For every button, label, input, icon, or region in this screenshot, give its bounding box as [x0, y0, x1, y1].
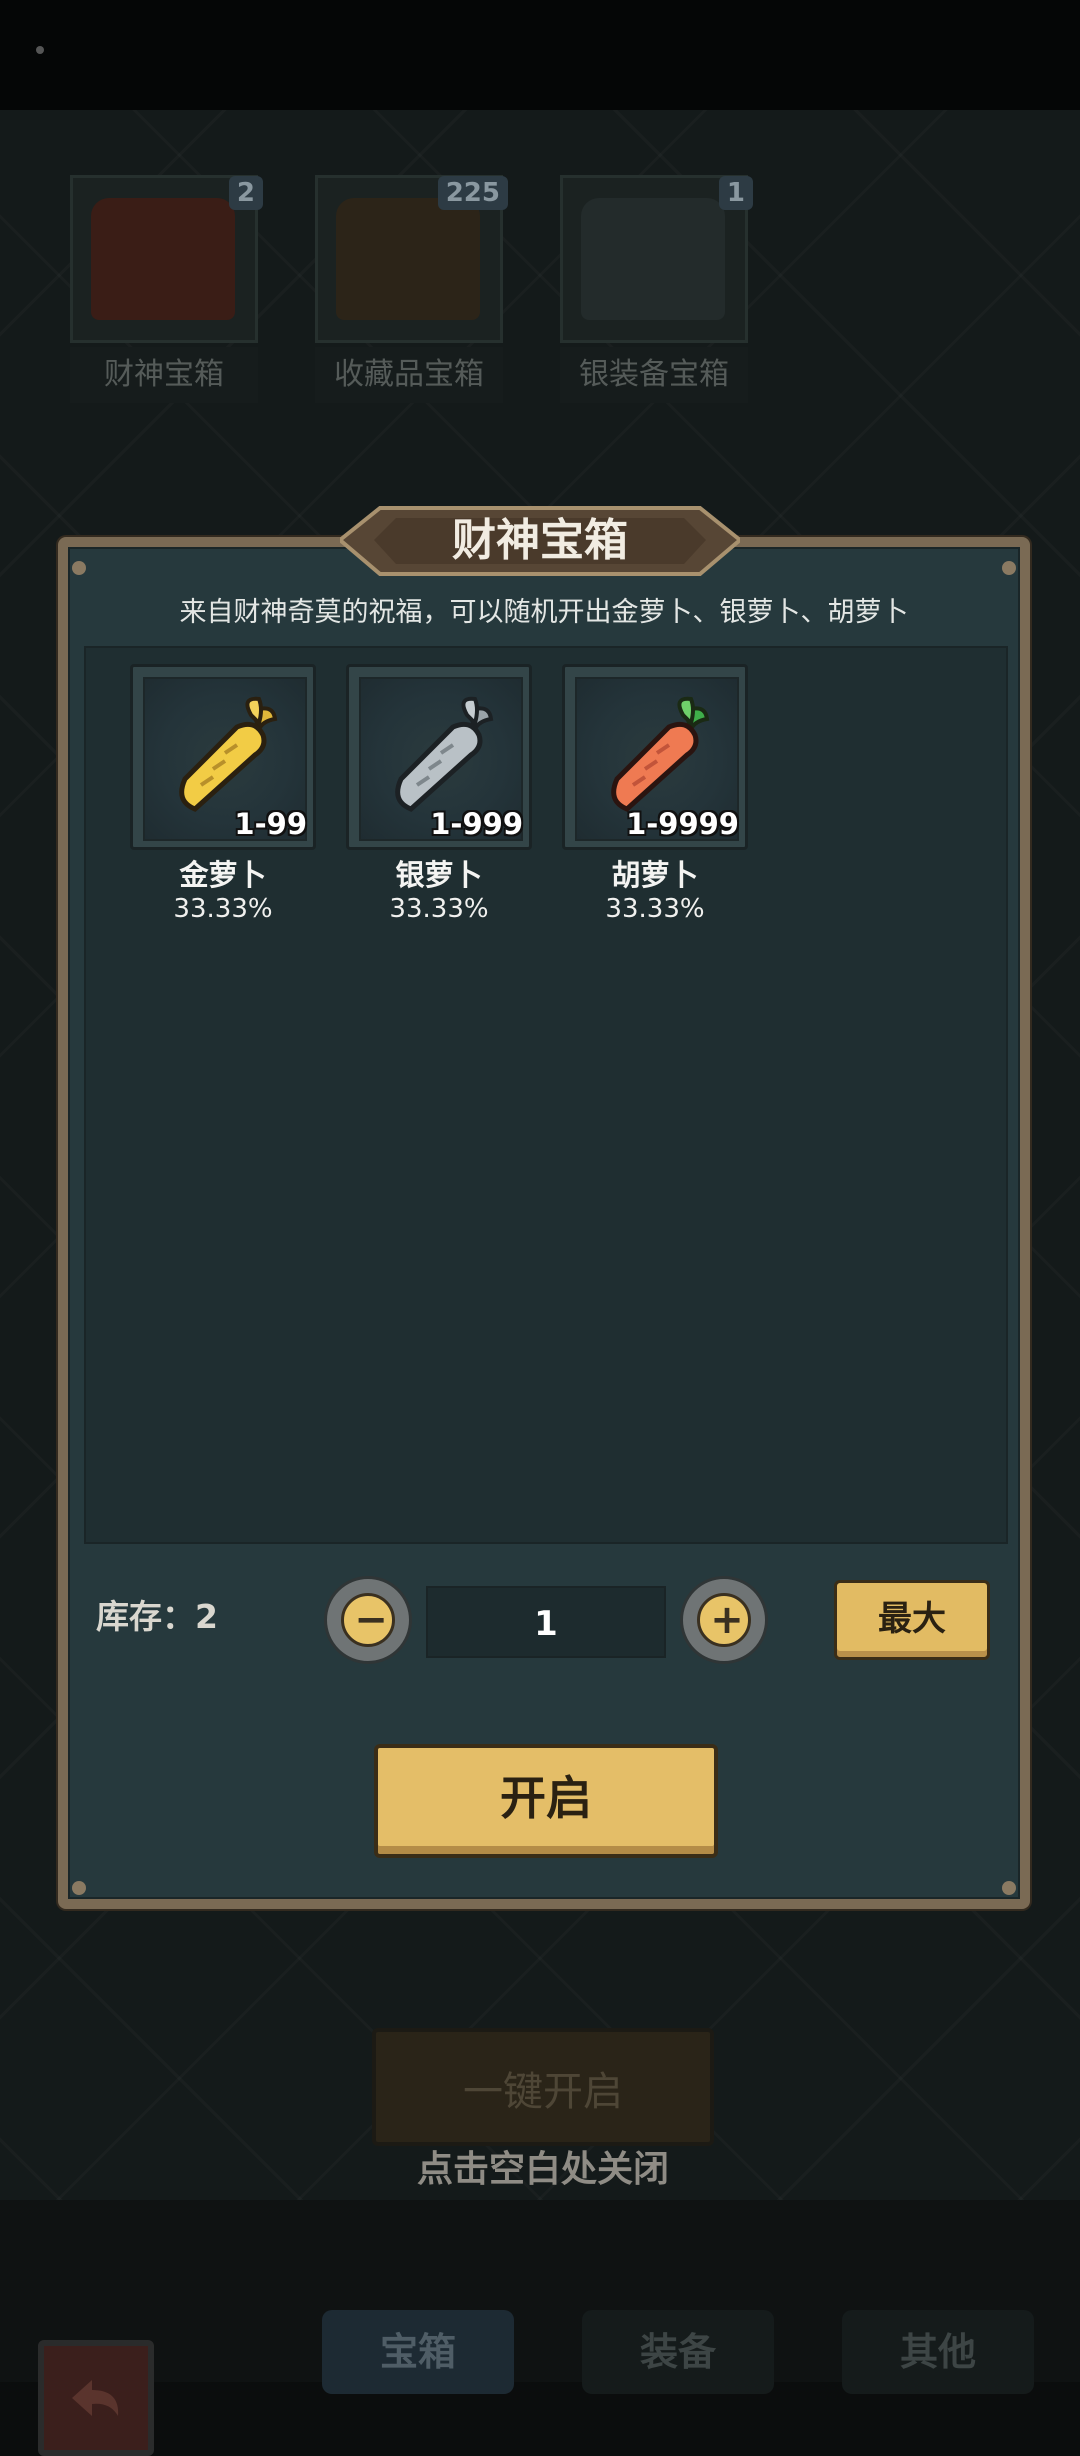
reward-item-silver-carrot[interactable]: 1-999 银萝卜 33.33% — [346, 664, 532, 924]
chest-tile-collectible[interactable]: 225 收藏品宝箱 — [315, 175, 508, 403]
corner-ornament — [1002, 1881, 1016, 1895]
reward-frame: 1-9999 — [562, 664, 748, 850]
reward-name: 银萝卜 — [395, 858, 483, 892]
corner-ornament — [72, 561, 86, 575]
reward-probability: 33.33% — [605, 894, 705, 924]
chest-count-badge: 2 — [228, 176, 263, 210]
gold-chest-icon — [336, 198, 480, 320]
reward-name: 金萝卜 — [179, 858, 267, 892]
reward-frame: 1-999 — [346, 664, 532, 850]
increase-button[interactable]: + — [680, 1576, 768, 1664]
reward-probability: 33.33% — [389, 894, 489, 924]
tab-equipment[interactable]: 装备 — [582, 2310, 774, 2394]
chest-count-badge: 1 — [718, 176, 753, 210]
max-button[interactable]: 最大 — [834, 1580, 990, 1660]
one-key-open-button[interactable]: 一键开启 — [372, 2028, 714, 2146]
chest-tile-fortune[interactable]: 2 财神宝箱 — [70, 175, 263, 403]
chest-tile-silver-equipment[interactable]: 1 银装备宝箱 — [560, 175, 753, 403]
status-dot — [36, 46, 44, 54]
chest-box: 2 — [70, 175, 263, 343]
decrease-button[interactable]: − — [324, 1576, 412, 1664]
close-hint[interactable]: 点击空白处关闭 — [372, 2140, 714, 2192]
reward-probability: 33.33% — [173, 894, 273, 924]
chest-box: 1 — [560, 175, 753, 343]
chest-count-badge: 225 — [437, 176, 508, 210]
chest-label: 财神宝箱 — [70, 347, 258, 403]
reward-frame: 1-99 — [130, 664, 316, 850]
plus-icon: + — [697, 1593, 751, 1647]
tab-chests[interactable]: 宝箱 — [322, 2310, 514, 2394]
bottom-bar: 宝箱 装备 其他 — [0, 2200, 1080, 2456]
silver-chest-icon — [581, 198, 725, 320]
dialog-title: 财神宝箱 — [452, 515, 628, 566]
chest-label: 银装备宝箱 — [560, 347, 748, 403]
tab-other[interactable]: 其他 — [842, 2310, 1034, 2394]
title-plate: 财神宝箱 — [340, 500, 740, 582]
quantity-field[interactable]: 1 — [426, 1586, 666, 1658]
reward-name: 胡萝卜 — [611, 858, 699, 892]
stock-label: 库存：2 — [96, 1597, 218, 1636]
reward-item-gold-carrot[interactable]: 1-99 金萝卜 33.33% — [130, 664, 316, 924]
red-chest-icon — [91, 198, 235, 320]
chest-box: 225 — [315, 175, 508, 343]
back-arrow-icon — [72, 2380, 119, 2416]
reward-range: 1-999 — [430, 807, 523, 841]
corner-ornament — [72, 1881, 86, 1895]
reward-item-carrot[interactable]: 1-9999 胡萝卜 33.33% — [562, 664, 748, 924]
reward-range: 1-9999 — [626, 807, 739, 841]
dialog-description: 来自财神奇莫的祝福，可以随机开出金萝卜、银萝卜、胡萝卜 — [179, 597, 909, 628]
open-button[interactable]: 开启 — [374, 1744, 718, 1858]
back-button[interactable] — [38, 2340, 154, 2456]
chest-label: 收藏品宝箱 — [315, 347, 503, 403]
reward-range: 1-99 — [234, 807, 307, 841]
minus-icon: − — [341, 1593, 395, 1647]
corner-ornament — [1002, 561, 1016, 575]
status-bar — [0, 0, 1080, 110]
